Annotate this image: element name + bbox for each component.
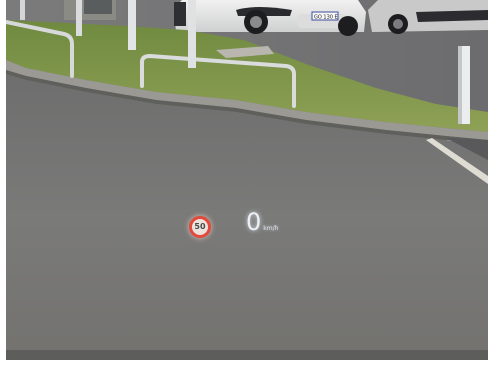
grey-car [368, 0, 488, 34]
post [128, 0, 136, 50]
license-plate-text: GO 130 E [314, 15, 338, 21]
white-car: GO 130 E [174, 0, 366, 36]
parking-lot-photo: GO 130 E [6, 0, 488, 360]
post [188, 0, 196, 68]
image-border [6, 360, 488, 367]
post [20, 0, 25, 20]
post [76, 0, 82, 36]
